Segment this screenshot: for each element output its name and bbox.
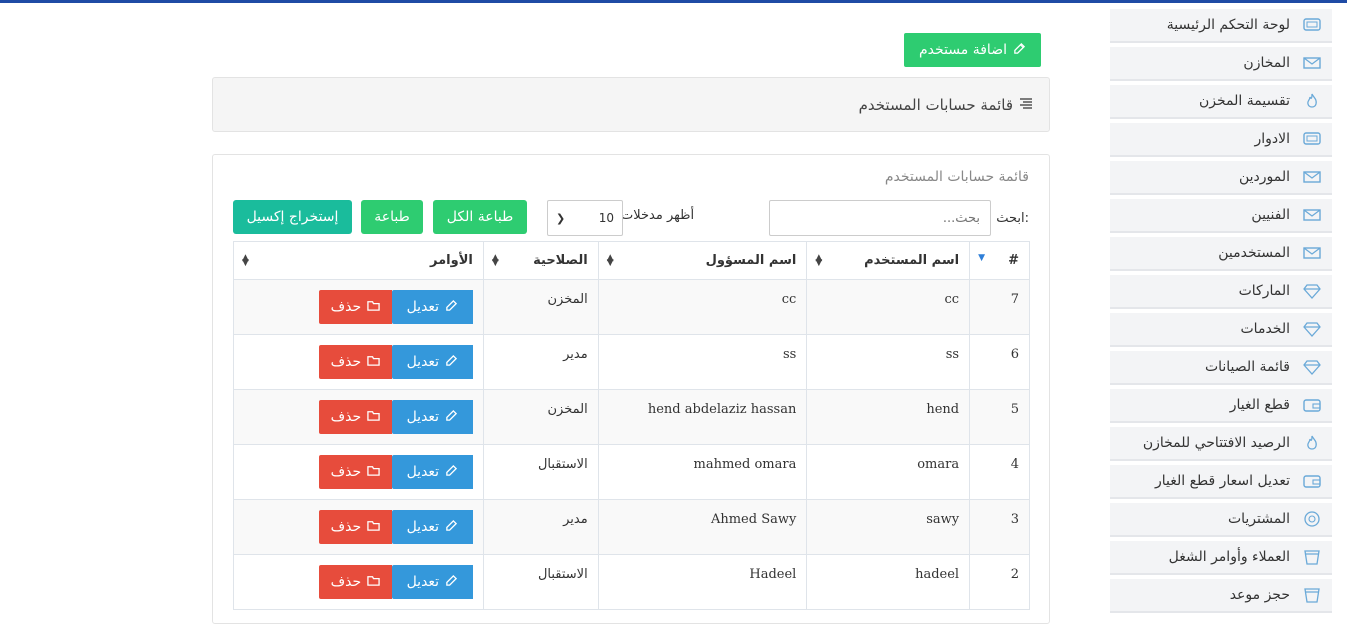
folder-icon <box>367 574 380 591</box>
flame-icon <box>1302 433 1322 453</box>
edit-icon <box>445 299 458 316</box>
edit-button[interactable]: تعديل <box>391 455 473 489</box>
folder-icon <box>367 354 380 371</box>
page-header-panel: قائمة حسابات المستخدم <box>212 77 1050 132</box>
wallet-icon <box>1302 395 1322 415</box>
entries-length-label: أظهر مدخلات <box>621 208 695 223</box>
edit-button[interactable]: تعديل <box>391 400 473 434</box>
edit-icon <box>445 464 458 481</box>
delete-button[interactable]: حذف <box>318 455 392 489</box>
sidebar-item-purchases[interactable]: المشتريات <box>1110 503 1332 537</box>
envelope-icon <box>1302 205 1322 225</box>
sort-icon: ▲ ▼ <box>491 253 499 268</box>
users-table: # ▼ اسم المستخدم ▲ ▼ اسم المسؤول ▲ ▼ الصلاحية… <box>233 241 1030 610</box>
col-header-admin-name[interactable]: اسم المسؤول ▲ ▼ <box>597 241 808 280</box>
cup-icon <box>1302 547 1322 567</box>
sidebar-item-suppliers[interactable]: الموردين <box>1110 161 1332 195</box>
delete-button[interactable]: حذف <box>318 400 392 434</box>
entries-length-select[interactable]: ❯ 10 <box>547 200 623 236</box>
folder-icon <box>367 464 380 481</box>
table-row: 7 cc cc المخزن تعديل حذف <box>233 279 1030 335</box>
disc-icon <box>1302 509 1322 529</box>
sidebar-item-edit-prices[interactable]: تعديل اسعار قطع الغيار <box>1110 465 1332 499</box>
sort-icon: ▲ ▼ <box>242 253 249 268</box>
page-title: قائمة حسابات المستخدم <box>858 95 1013 114</box>
search-label: ابحث: <box>996 211 1029 226</box>
sort-desc-icon: ▼ <box>978 253 986 263</box>
edit-button[interactable]: تعديل <box>391 510 473 544</box>
sidebar-item-appointments[interactable]: حجز موعد <box>1110 579 1332 613</box>
monitor-icon <box>1302 129 1322 149</box>
diamond-icon <box>1302 319 1322 339</box>
edit-icon <box>445 574 458 591</box>
table-row: 3 sawy Ahmed Sawy مدير تعديل حذف <box>233 499 1030 555</box>
sidebar-item-spare-parts[interactable]: قطع الغيار <box>1110 389 1332 423</box>
folder-icon <box>367 299 380 316</box>
print-button[interactable]: طباعة <box>361 200 423 234</box>
sidebar-item-dashboard[interactable]: لوحة التحكم الرئيسية <box>1110 9 1332 43</box>
delete-button[interactable]: حذف <box>318 290 392 324</box>
envelope-icon <box>1302 53 1322 73</box>
col-header-id[interactable]: # ▼ <box>969 241 1030 280</box>
top-accent-bar <box>0 0 1347 3</box>
sidebar-item-services[interactable]: الخدمات <box>1110 313 1332 347</box>
col-header-role[interactable]: الصلاحية ▲ ▼ <box>482 241 599 280</box>
sidebar-item-technicians[interactable]: الفنيين <box>1110 199 1332 233</box>
add-user-button[interactable]: اضافة مستخدم <box>904 33 1041 67</box>
edit-icon <box>445 409 458 426</box>
col-header-username[interactable]: اسم المستخدم ▲ ▼ <box>806 241 971 280</box>
monitor-icon <box>1302 15 1322 35</box>
envelope-icon <box>1302 243 1322 263</box>
table-row: 4 omara mahmed omara الاستقبال تعديل حذف <box>233 444 1030 500</box>
users-card: قائمة حسابات المستخدم ابحث: أظهر مدخلات … <box>212 154 1050 624</box>
table-row: 6 ss ss مدير تعديل حذف <box>233 334 1030 390</box>
sidebar-item-roles[interactable]: الادوار <box>1110 123 1332 157</box>
sidebar-item-store-sections[interactable]: تقسيمة المخزن <box>1110 85 1332 119</box>
edit-icon <box>445 354 458 371</box>
list-icon <box>1019 95 1033 114</box>
delete-button[interactable]: حذف <box>318 510 392 544</box>
edit-button[interactable]: تعديل <box>391 345 473 379</box>
folder-icon <box>367 519 380 536</box>
edit-icon <box>445 519 458 536</box>
edit-button[interactable]: تعديل <box>391 565 473 599</box>
diamond-icon <box>1302 281 1322 301</box>
folder-icon <box>367 409 380 426</box>
diamond-icon <box>1302 357 1322 377</box>
cup-icon <box>1302 585 1322 605</box>
flame-icon <box>1302 91 1322 111</box>
sort-icon: ▲ ▼ <box>815 253 823 268</box>
print-all-button[interactable]: طباعة الكل <box>433 200 527 234</box>
edit-button[interactable]: تعديل <box>391 290 473 324</box>
edit-icon <box>1013 42 1026 59</box>
delete-button[interactable]: حذف <box>318 565 392 599</box>
chevron-down-icon: ❯ <box>556 211 566 225</box>
sort-icon: ▲ ▼ <box>606 253 614 268</box>
card-title: قائمة حسابات المستخدم <box>884 169 1029 185</box>
sidebar-item-brands[interactable]: الماركات <box>1110 275 1332 309</box>
sidebar: لوحة التحكم الرئيسية المخازن تقسيمة المخ… <box>1110 9 1332 617</box>
col-header-actions[interactable]: الأوامر ▲ ▼ <box>233 241 484 280</box>
sidebar-item-customers-orders[interactable]: العملاء وأوامر الشغل <box>1110 541 1332 575</box>
sidebar-item-opening-balance[interactable]: الرصيد الافتتاحي للمخازن <box>1110 427 1332 461</box>
export-excel-button[interactable]: إستخراج إكسيل <box>233 200 352 234</box>
table-row: 2 hadeel Hadeel الاستقبال تعديل حذف <box>233 554 1030 610</box>
sidebar-item-users[interactable]: المستخدمين <box>1110 237 1332 271</box>
wallet-icon <box>1302 471 1322 491</box>
search-input[interactable] <box>769 200 991 236</box>
table-row: 5 hend hend abdelaziz hassan المخزن تعدي… <box>233 389 1030 445</box>
sidebar-item-stores[interactable]: المخازن <box>1110 47 1332 81</box>
sidebar-item-maintenance-list[interactable]: قائمة الصيانات <box>1110 351 1332 385</box>
envelope-icon <box>1302 167 1322 187</box>
delete-button[interactable]: حذف <box>318 345 392 379</box>
